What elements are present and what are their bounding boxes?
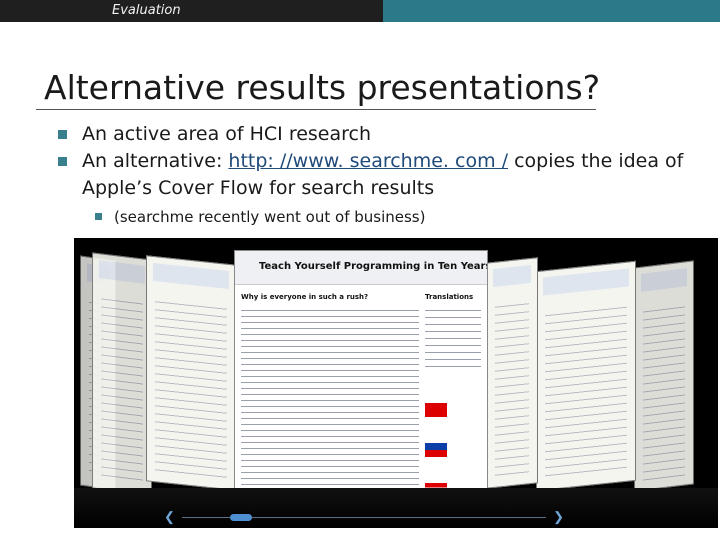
section-label: Evaluation <box>112 3 181 18</box>
bullet-item: An active area of HCI research <box>56 121 696 148</box>
result-page-thumbnail[interactable] <box>146 255 236 491</box>
flag-icon <box>425 443 447 457</box>
bullet-text: An active area of HCI research <box>82 123 372 145</box>
chevron-left-icon[interactable]: ❮ <box>164 510 178 524</box>
result-page-thumbnail[interactable] <box>92 252 152 496</box>
header-dark-bar: Evaluation <box>0 0 383 22</box>
flag-icon <box>425 403 447 417</box>
result-page-thumbnail[interactable] <box>536 260 636 492</box>
sidebar-heading: Translations <box>425 293 474 301</box>
result-page-thumbnail[interactable] <box>634 260 694 492</box>
square-bullet-icon <box>95 213 102 220</box>
square-bullet-icon <box>58 130 67 139</box>
chevron-right-icon[interactable]: ❯ <box>550 510 564 524</box>
result-page-heading: Why is everyone in such a rush? <box>241 293 369 301</box>
sub-bullet-item: (searchme recently went out of business) <box>92 206 696 228</box>
result-page-sidebar: Translations <box>425 293 481 505</box>
slide-title: Alternative results presentations? <box>44 68 601 107</box>
square-bullet-icon <box>58 157 67 166</box>
bullet-list: An active area of HCI research An altern… <box>56 121 696 228</box>
result-page-thumbnail[interactable] <box>486 257 538 489</box>
cover-flow-screenshot: Teach Yourself Programming in Ten Years … <box>74 238 718 528</box>
header-band: Evaluation <box>0 0 720 22</box>
result-page-body: Why is everyone in such a rush? <box>241 293 419 505</box>
result-page-header: Teach Yourself Programming in Ten Years <box>235 251 487 285</box>
sub-bullet-text: (searchme recently went out of business) <box>114 208 426 226</box>
result-page-title: Teach Yourself Programming in Ten Years <box>259 261 488 272</box>
title-divider <box>36 109 596 110</box>
cover-flow-scrollbar[interactable]: ❮ ❯ <box>164 510 564 524</box>
scroll-thumb[interactable] <box>229 514 252 521</box>
bullet-text: An alternative: <box>82 150 229 172</box>
bullet-item: An alternative: http: //www. searchme. c… <box>56 148 696 202</box>
searchme-link[interactable]: http: //www. searchme. com / <box>228 150 508 172</box>
sidebar-text <box>425 307 481 367</box>
header-accent-bar <box>383 0 720 22</box>
result-page-text <box>241 307 419 505</box>
selected-result-page[interactable]: Teach Yourself Programming in Ten Years … <box>234 250 488 512</box>
